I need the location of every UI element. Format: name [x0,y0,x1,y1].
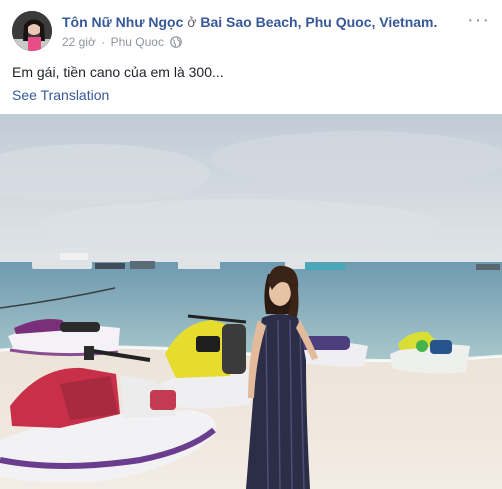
author-name-link[interactable]: Tôn Nữ Như Ngọc [62,14,183,30]
at-word: ở [187,14,197,30]
post-header: Tôn Nữ Như Ngọc ở Bai Sao Beach, Phu Quo… [12,9,492,55]
see-translation-link[interactable]: See Translation [12,87,109,103]
globe-icon[interactable] [170,36,183,51]
post-time[interactable]: 22 giờ [62,35,96,49]
post-meta: 22 giờ · Phu Quoc [62,35,183,51]
post-text: Em gái, tiền cano của em là 300... [12,64,224,80]
meta-separator: · [101,35,106,49]
feed-post: Tôn Nữ Như Ngọc ở Bai Sao Beach, Phu Quo… [0,0,502,489]
more-options-icon[interactable]: ··· [467,9,490,32]
location-link[interactable]: Bai Sao Beach, Phu Quoc, Vietnam. [200,14,437,30]
author-line: Tôn Nữ Như Ngọc ở Bai Sao Beach, Phu Quo… [62,14,437,30]
post-place[interactable]: Phu Quoc [111,35,164,49]
post-photo[interactable] [0,114,502,489]
author-avatar[interactable] [12,11,52,51]
